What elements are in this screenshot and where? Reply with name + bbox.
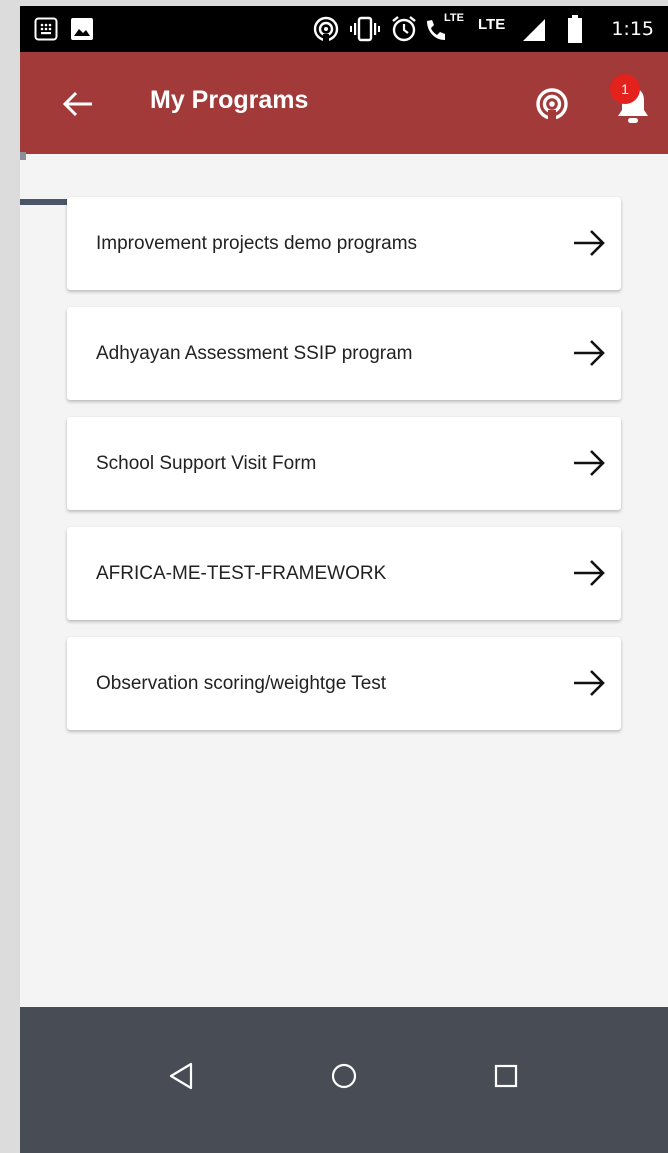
system-nav-bar (20, 1007, 668, 1153)
hotspot-icon (313, 16, 339, 42)
program-name: AFRICA-ME-TEST-FRAMEWORK (96, 563, 387, 584)
back-triangle-icon[interactable] (157, 1051, 207, 1101)
page-title: My Programs (150, 86, 309, 114)
vibrate-icon (350, 16, 380, 42)
program-name: Observation scoring/weightge Test (96, 673, 387, 694)
recents-square-icon[interactable] (481, 1051, 531, 1101)
keypad-icon (34, 17, 58, 41)
arrow-right-icon (574, 340, 605, 366)
app-bar: My Programs 1 (20, 52, 668, 154)
notification-badge: 1 (610, 74, 640, 104)
back-arrow-icon[interactable] (58, 84, 98, 124)
program-card[interactable]: AFRICA-ME-TEST-FRAMEWORK (67, 527, 621, 620)
program-list: Improvement projects demo programs Adhya… (67, 197, 621, 747)
arrow-right-icon (574, 670, 605, 696)
battery-icon (568, 15, 582, 43)
volte-label: LTE (444, 12, 464, 24)
arrow-right-icon (574, 230, 605, 256)
arrow-right-icon (574, 450, 605, 476)
arrow-right-icon (574, 560, 605, 586)
broadcast-icon[interactable] (530, 82, 574, 126)
program-name: Adhyayan Assessment SSIP program (96, 343, 413, 364)
alarm-icon (392, 16, 416, 42)
lte-label: LTE (478, 16, 506, 33)
phone-screen: LTE LTE 1:15 My Programs 1 Improvement p… (20, 6, 668, 1153)
program-name: School Support Visit Form (96, 453, 317, 474)
scroll-indicator (20, 152, 26, 160)
status-bar: LTE LTE 1:15 (20, 6, 668, 52)
program-name: Improvement projects demo programs (96, 233, 418, 254)
signal-icon (523, 19, 545, 41)
program-card[interactable]: Observation scoring/weightge Test (67, 637, 621, 730)
home-circle-icon[interactable] (319, 1051, 369, 1101)
status-time: 1:15 (611, 18, 654, 40)
image-icon (71, 18, 93, 40)
program-card[interactable]: School Support Visit Form (67, 417, 621, 510)
program-card[interactable]: Adhyayan Assessment SSIP program (67, 307, 621, 400)
program-card[interactable]: Improvement projects demo programs (67, 197, 621, 290)
